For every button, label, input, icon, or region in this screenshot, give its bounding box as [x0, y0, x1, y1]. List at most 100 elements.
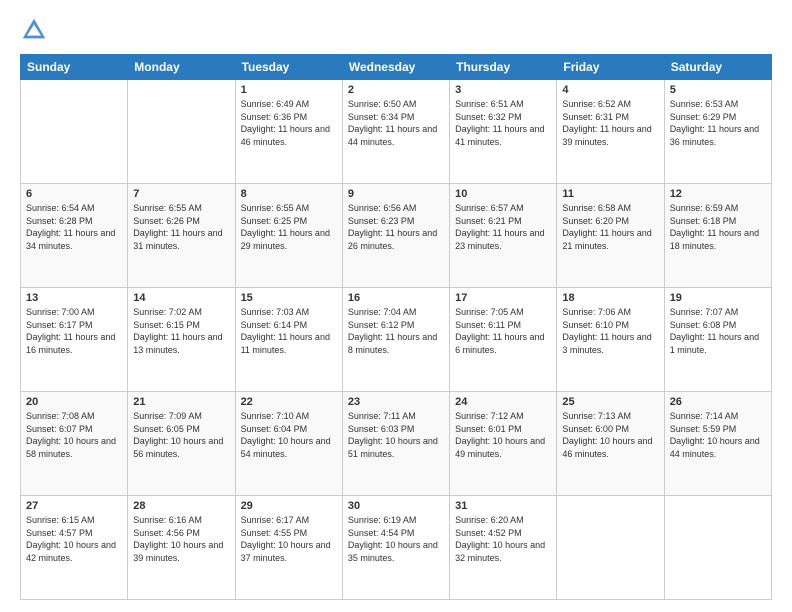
day-info: Sunrise: 7:11 AM Sunset: 6:03 PM Dayligh…: [348, 410, 444, 460]
day-number: 24: [455, 396, 551, 408]
day-info: Sunrise: 6:19 AM Sunset: 4:54 PM Dayligh…: [348, 514, 444, 564]
calendar-cell: 29 Sunrise: 6:17 AM Sunset: 4:55 PM Dayl…: [235, 496, 342, 600]
calendar-cell: 22 Sunrise: 7:10 AM Sunset: 6:04 PM Dayl…: [235, 392, 342, 496]
page: SundayMondayTuesdayWednesdayThursdayFrid…: [0, 0, 792, 612]
day-number: 5: [670, 84, 766, 96]
day-number: 8: [241, 188, 337, 200]
day-info: Sunrise: 7:03 AM Sunset: 6:14 PM Dayligh…: [241, 306, 337, 356]
calendar-cell: 3 Sunrise: 6:51 AM Sunset: 6:32 PM Dayli…: [450, 80, 557, 184]
logo: [20, 16, 52, 44]
calendar-cell: 4 Sunrise: 6:52 AM Sunset: 6:31 PM Dayli…: [557, 80, 664, 184]
day-info: Sunrise: 6:56 AM Sunset: 6:23 PM Dayligh…: [348, 202, 444, 252]
calendar-cell: 16 Sunrise: 7:04 AM Sunset: 6:12 PM Dayl…: [342, 288, 449, 392]
day-number: 20: [26, 396, 122, 408]
day-info: Sunrise: 7:04 AM Sunset: 6:12 PM Dayligh…: [348, 306, 444, 356]
day-info: Sunrise: 6:15 AM Sunset: 4:57 PM Dayligh…: [26, 514, 122, 564]
calendar-cell: [128, 80, 235, 184]
day-number: 1: [241, 84, 337, 96]
header: [20, 16, 772, 44]
calendar-table: SundayMondayTuesdayWednesdayThursdayFrid…: [20, 54, 772, 600]
day-info: Sunrise: 7:10 AM Sunset: 6:04 PM Dayligh…: [241, 410, 337, 460]
day-number: 19: [670, 292, 766, 304]
day-info: Sunrise: 7:08 AM Sunset: 6:07 PM Dayligh…: [26, 410, 122, 460]
calendar-cell: 30 Sunrise: 6:19 AM Sunset: 4:54 PM Dayl…: [342, 496, 449, 600]
calendar-cell: 5 Sunrise: 6:53 AM Sunset: 6:29 PM Dayli…: [664, 80, 771, 184]
day-number: 15: [241, 292, 337, 304]
calendar-cell: 20 Sunrise: 7:08 AM Sunset: 6:07 PM Dayl…: [21, 392, 128, 496]
day-number: 11: [562, 188, 658, 200]
calendar-cell: 25 Sunrise: 7:13 AM Sunset: 6:00 PM Dayl…: [557, 392, 664, 496]
calendar-cell: 8 Sunrise: 6:55 AM Sunset: 6:25 PM Dayli…: [235, 184, 342, 288]
day-info: Sunrise: 6:55 AM Sunset: 6:26 PM Dayligh…: [133, 202, 229, 252]
day-info: Sunrise: 7:09 AM Sunset: 6:05 PM Dayligh…: [133, 410, 229, 460]
day-number: 27: [26, 500, 122, 512]
day-info: Sunrise: 6:55 AM Sunset: 6:25 PM Dayligh…: [241, 202, 337, 252]
calendar-cell: [557, 496, 664, 600]
day-number: 25: [562, 396, 658, 408]
day-info: Sunrise: 7:02 AM Sunset: 6:15 PM Dayligh…: [133, 306, 229, 356]
day-number: 14: [133, 292, 229, 304]
day-info: Sunrise: 6:17 AM Sunset: 4:55 PM Dayligh…: [241, 514, 337, 564]
day-info: Sunrise: 6:52 AM Sunset: 6:31 PM Dayligh…: [562, 98, 658, 148]
calendar-cell: 26 Sunrise: 7:14 AM Sunset: 5:59 PM Dayl…: [664, 392, 771, 496]
day-info: Sunrise: 6:53 AM Sunset: 6:29 PM Dayligh…: [670, 98, 766, 148]
day-number: 4: [562, 84, 658, 96]
day-number: 13: [26, 292, 122, 304]
day-number: 30: [348, 500, 444, 512]
day-info: Sunrise: 6:51 AM Sunset: 6:32 PM Dayligh…: [455, 98, 551, 148]
day-number: 16: [348, 292, 444, 304]
calendar-cell: 1 Sunrise: 6:49 AM Sunset: 6:36 PM Dayli…: [235, 80, 342, 184]
day-number: 17: [455, 292, 551, 304]
day-info: Sunrise: 6:57 AM Sunset: 6:21 PM Dayligh…: [455, 202, 551, 252]
day-info: Sunrise: 7:06 AM Sunset: 6:10 PM Dayligh…: [562, 306, 658, 356]
day-number: 26: [670, 396, 766, 408]
calendar-cell: 18 Sunrise: 7:06 AM Sunset: 6:10 PM Dayl…: [557, 288, 664, 392]
day-header: Thursday: [450, 55, 557, 80]
calendar-cell: 23 Sunrise: 7:11 AM Sunset: 6:03 PM Dayl…: [342, 392, 449, 496]
day-info: Sunrise: 6:58 AM Sunset: 6:20 PM Dayligh…: [562, 202, 658, 252]
calendar-cell: 15 Sunrise: 7:03 AM Sunset: 6:14 PM Dayl…: [235, 288, 342, 392]
day-number: 23: [348, 396, 444, 408]
day-number: 12: [670, 188, 766, 200]
day-info: Sunrise: 6:49 AM Sunset: 6:36 PM Dayligh…: [241, 98, 337, 148]
day-header: Wednesday: [342, 55, 449, 80]
day-number: 18: [562, 292, 658, 304]
calendar-cell: 28 Sunrise: 6:16 AM Sunset: 4:56 PM Dayl…: [128, 496, 235, 600]
calendar-cell: 24 Sunrise: 7:12 AM Sunset: 6:01 PM Dayl…: [450, 392, 557, 496]
calendar-cell: [664, 496, 771, 600]
calendar-cell: 14 Sunrise: 7:02 AM Sunset: 6:15 PM Dayl…: [128, 288, 235, 392]
calendar-cell: 6 Sunrise: 6:54 AM Sunset: 6:28 PM Dayli…: [21, 184, 128, 288]
day-number: 31: [455, 500, 551, 512]
day-header: Tuesday: [235, 55, 342, 80]
day-number: 28: [133, 500, 229, 512]
calendar-cell: 13 Sunrise: 7:00 AM Sunset: 6:17 PM Dayl…: [21, 288, 128, 392]
day-info: Sunrise: 6:54 AM Sunset: 6:28 PM Dayligh…: [26, 202, 122, 252]
day-info: Sunrise: 6:16 AM Sunset: 4:56 PM Dayligh…: [133, 514, 229, 564]
calendar-cell: 7 Sunrise: 6:55 AM Sunset: 6:26 PM Dayli…: [128, 184, 235, 288]
calendar-cell: 11 Sunrise: 6:58 AM Sunset: 6:20 PM Dayl…: [557, 184, 664, 288]
day-number: 9: [348, 188, 444, 200]
day-number: 10: [455, 188, 551, 200]
day-info: Sunrise: 6:20 AM Sunset: 4:52 PM Dayligh…: [455, 514, 551, 564]
day-number: 3: [455, 84, 551, 96]
calendar-cell: [21, 80, 128, 184]
day-header: Saturday: [664, 55, 771, 80]
calendar-cell: 27 Sunrise: 6:15 AM Sunset: 4:57 PM Dayl…: [21, 496, 128, 600]
day-number: 7: [133, 188, 229, 200]
day-header: Friday: [557, 55, 664, 80]
day-number: 6: [26, 188, 122, 200]
day-number: 2: [348, 84, 444, 96]
day-number: 22: [241, 396, 337, 408]
calendar-cell: 31 Sunrise: 6:20 AM Sunset: 4:52 PM Dayl…: [450, 496, 557, 600]
day-info: Sunrise: 6:50 AM Sunset: 6:34 PM Dayligh…: [348, 98, 444, 148]
calendar-cell: 17 Sunrise: 7:05 AM Sunset: 6:11 PM Dayl…: [450, 288, 557, 392]
day-info: Sunrise: 7:13 AM Sunset: 6:00 PM Dayligh…: [562, 410, 658, 460]
day-info: Sunrise: 6:59 AM Sunset: 6:18 PM Dayligh…: [670, 202, 766, 252]
day-number: 21: [133, 396, 229, 408]
day-header: Monday: [128, 55, 235, 80]
day-info: Sunrise: 7:07 AM Sunset: 6:08 PM Dayligh…: [670, 306, 766, 356]
calendar-cell: 19 Sunrise: 7:07 AM Sunset: 6:08 PM Dayl…: [664, 288, 771, 392]
calendar-cell: 12 Sunrise: 6:59 AM Sunset: 6:18 PM Dayl…: [664, 184, 771, 288]
calendar-cell: 2 Sunrise: 6:50 AM Sunset: 6:34 PM Dayli…: [342, 80, 449, 184]
logo-icon: [20, 16, 48, 44]
